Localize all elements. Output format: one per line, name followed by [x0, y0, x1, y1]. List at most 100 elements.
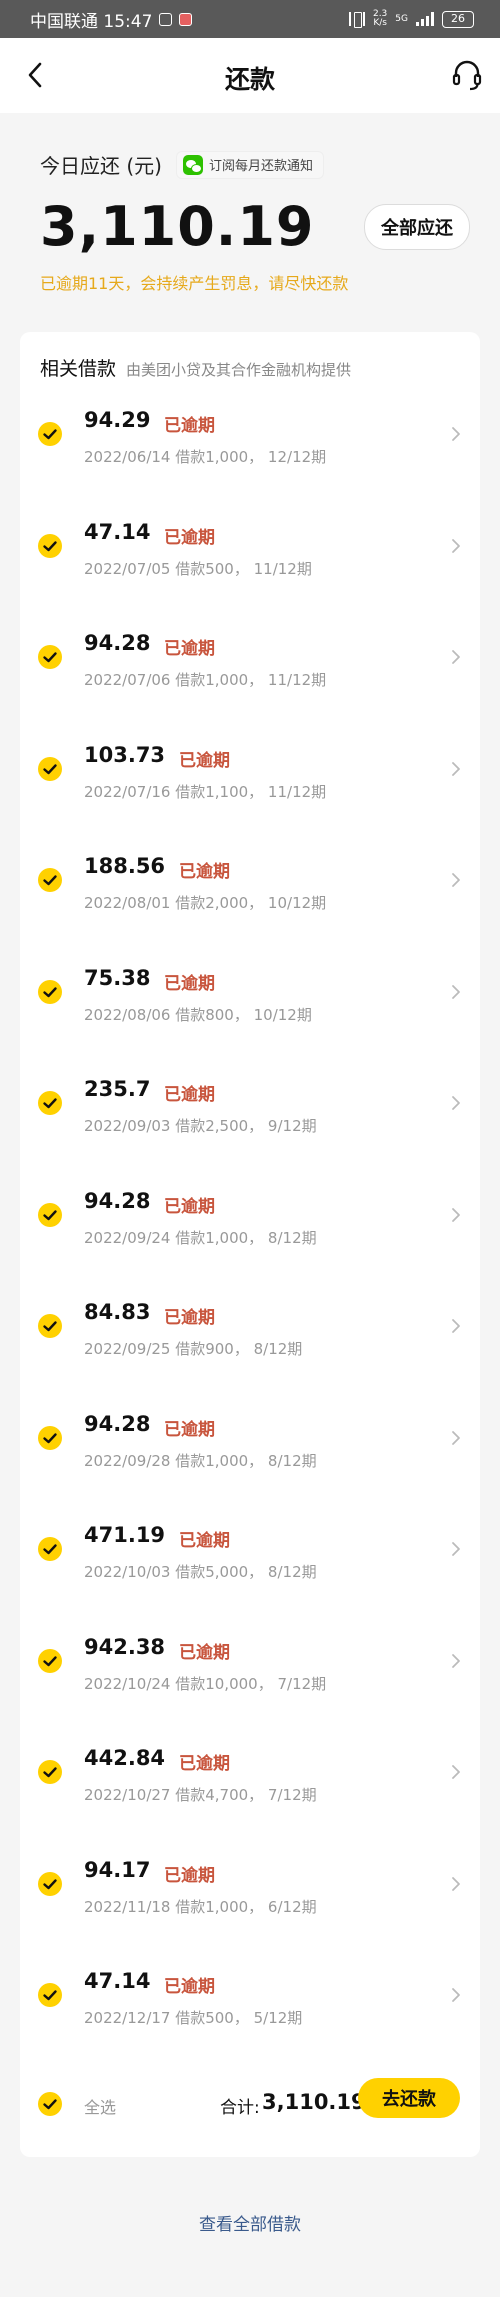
- total-label: 合计:: [220, 2098, 260, 2118]
- loan-item[interactable]: 94.28 已逾期 2022/07/06 借款1,000， 11/12期: [20, 617, 480, 729]
- loan-amount: 942.38: [84, 1634, 166, 1659]
- loan-item[interactable]: 47.14 已逾期 2022/07/05 借款500， 11/12期: [20, 506, 480, 618]
- loan-detail: 2022/10/03 借款5,000， 8/12期: [84, 1563, 317, 1581]
- chevron-right-icon: [452, 761, 460, 776]
- loan-amount: 94.29: [84, 408, 151, 432]
- speed-unit: K/s: [373, 18, 387, 28]
- loan-detail: 2022/09/28 借款1,000， 8/12期: [84, 1451, 317, 1470]
- loan-checkbox[interactable]: [38, 979, 62, 1004]
- loan-amount: 75.38: [84, 965, 151, 990]
- check-icon: [43, 1767, 57, 1778]
- loan-item[interactable]: 942.38 已逾期 2022/10/24 借款10,000， 7/12期: [20, 1621, 480, 1733]
- loan-detail: 2022/07/16 借款1,100， 11/12期: [84, 782, 327, 801]
- loan-detail: 2022/07/05 借款500， 11/12期: [84, 559, 312, 578]
- loans-card-title: 相关借款: [40, 358, 117, 380]
- chevron-right-icon: [452, 984, 460, 999]
- chevron-right-icon: [452, 1096, 460, 1110]
- loan-amount: 47.14: [84, 519, 151, 544]
- loans-card-header: 相关借款 由美团小贷及其合作金融机构提供: [40, 354, 351, 381]
- loan-detail: 2022/08/01 借款2,000， 10/12期: [84, 894, 327, 912]
- select-all-label: 全选: [84, 2098, 117, 2117]
- check-icon: [43, 875, 57, 886]
- loan-checkbox[interactable]: [38, 1202, 62, 1227]
- loan-checkbox[interactable]: [38, 533, 62, 558]
- loan-amount: 471.19: [84, 1523, 166, 1547]
- loan-item[interactable]: 103.73 已逾期 2022/07/16 借款1,100， 11/12期: [20, 729, 480, 841]
- loan-detail: 2022/08/06 借款800， 10/12期: [84, 1005, 312, 1024]
- loan-checkbox[interactable]: [38, 1648, 62, 1673]
- loan-checkbox[interactable]: [38, 1314, 62, 1338]
- signal-icon: [416, 12, 434, 26]
- repayment-summary: 今日应还 (元) 订阅每月还款通知 3,110.19 全部应还 已逾期11天，会…: [40, 150, 470, 294]
- overdue-tag: 已逾期: [179, 1754, 230, 1774]
- page-title: 还款: [224, 65, 275, 94]
- loan-item[interactable]: 84.83 已逾期 2022/09/25 借款900， 8/12期: [20, 1286, 480, 1398]
- loan-item[interactable]: 188.56 已逾期 2022/08/01 借款2,000， 10/12期: [20, 840, 480, 952]
- loan-list: 94.29 已逾期 2022/06/14 借款1,000， 12/12期 47.14 已…: [20, 394, 480, 2067]
- network-speed: 2.3 K/s: [373, 10, 387, 28]
- loan-amount: 94.28: [84, 1411, 151, 1436]
- loan-checkbox[interactable]: [38, 756, 62, 781]
- check-icon: [43, 1321, 57, 1332]
- loan-checkbox[interactable]: [38, 1425, 62, 1450]
- check-icon: [43, 652, 57, 663]
- loan-item[interactable]: 94.28 已逾期 2022/09/24 借款1,000， 8/12期: [20, 1175, 480, 1287]
- loan-detail: 2022/09/25 借款900， 8/12期: [84, 1340, 303, 1358]
- loan-checkbox[interactable]: [38, 422, 62, 446]
- check-icon: [43, 763, 57, 774]
- loan-checkbox[interactable]: [38, 1760, 62, 1784]
- loan-detail: 2022/10/27 借款4,700， 7/12期: [84, 1786, 317, 1804]
- battery-icon: 26: [442, 10, 474, 28]
- amount-row: 3,110.19 全部应还: [40, 195, 470, 258]
- subscribe-notification-button[interactable]: 订阅每月还款通知: [175, 150, 324, 179]
- loan-checkbox[interactable]: [38, 645, 62, 669]
- overdue-tag: 已逾期: [164, 639, 215, 659]
- loan-item[interactable]: 235.7 已逾期 2022/09/03 借款2,500， 9/12期: [20, 1063, 480, 1175]
- overdue-tag: 已逾期: [164, 1085, 215, 1105]
- overdue-tag: 已逾期: [164, 1419, 215, 1440]
- status-bar: 中国联通 15:47 2.3 K/s 5G 26: [0, 0, 500, 38]
- loan-item[interactable]: 94.17 已逾期 2022/11/18 借款1,000， 6/12期: [20, 1844, 480, 1956]
- wechat-icon: [182, 154, 203, 175]
- loan-item[interactable]: 442.84 已逾期 2022/10/27 借款4,700， 7/12期: [20, 1732, 480, 1844]
- check-icon: [43, 1655, 57, 1666]
- loan-amount: 94.17: [84, 1857, 151, 1882]
- loan-item[interactable]: 94.28 已逾期 2022/09/28 借款1,000， 8/12期: [20, 1398, 480, 1510]
- chevron-right-icon: [452, 1653, 460, 1668]
- overdue-tag: 已逾期: [179, 750, 230, 771]
- check-icon: [43, 1990, 57, 2001]
- select-all-checkbox[interactable]: [38, 2092, 62, 2116]
- loan-detail: 2022/07/06 借款1,000， 11/12期: [84, 671, 327, 689]
- check-icon: [43, 2099, 57, 2110]
- due-today-label: 今日应还 (元): [40, 154, 162, 178]
- loan-detail: 2022/11/18 借款1,000， 6/12期: [84, 1897, 317, 1916]
- loan-detail: 2022/09/24 借款1,000， 8/12期: [84, 1228, 317, 1247]
- customer-service-icon[interactable]: [450, 58, 484, 92]
- vibrate-icon: [348, 12, 365, 28]
- loan-amount: 94.28: [84, 631, 151, 655]
- network-type: 5G: [395, 14, 408, 24]
- chevron-right-icon: [452, 1319, 460, 1333]
- loan-checkbox[interactable]: [38, 1091, 62, 1115]
- overdue-tag: 已逾期: [164, 527, 215, 548]
- due-amount: 3,110.19: [40, 195, 315, 258]
- loan-checkbox[interactable]: [38, 868, 62, 892]
- loan-checkbox[interactable]: [38, 1983, 62, 2007]
- loan-detail: 2022/09/03 借款2,500， 9/12期: [84, 1117, 317, 1135]
- subscribe-notification-label: 订阅每月还款通知: [208, 159, 313, 174]
- loan-checkbox[interactable]: [38, 1537, 62, 1561]
- overdue-tag: 已逾期: [164, 1308, 215, 1328]
- go-pay-button[interactable]: 去还款: [358, 2078, 460, 2118]
- loan-item[interactable]: 47.14 已逾期 2022/12/17 借款500， 5/12期: [20, 1955, 480, 2067]
- overdue-tag: 已逾期: [179, 862, 230, 882]
- loan-item[interactable]: 471.19 已逾期 2022/10/03 借款5,000， 8/12期: [20, 1509, 480, 1621]
- check-icon: [43, 1878, 57, 1889]
- due-today-row: 今日应还 (元) 订阅每月还款通知: [40, 150, 470, 179]
- check-icon: [43, 1209, 57, 1220]
- view-all-loans-link[interactable]: 查看全部借款: [0, 2210, 500, 2235]
- loan-amount: 235.7: [84, 1077, 151, 1101]
- loan-item[interactable]: 75.38 已逾期 2022/08/06 借款800， 10/12期: [20, 952, 480, 1064]
- pay-all-button[interactable]: 全部应还: [364, 203, 470, 250]
- loan-checkbox[interactable]: [38, 1871, 62, 1896]
- loan-item[interactable]: 94.29 已逾期 2022/06/14 借款1,000， 12/12期: [20, 394, 480, 506]
